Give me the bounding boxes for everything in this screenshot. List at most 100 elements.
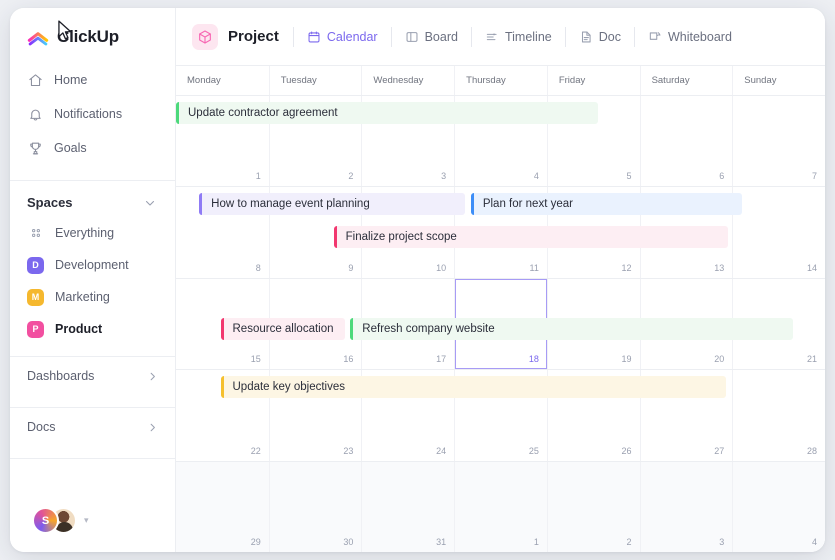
calendar-day-cell[interactable]: 3 — [639, 461, 733, 552]
day-number: 26 — [621, 445, 632, 456]
week-events: Update key objectives — [176, 370, 825, 399]
project-header[interactable]: Project — [192, 23, 293, 50]
day-number: 11 — [529, 262, 539, 273]
calendar-week-row: 29 30 31 1 2 3 4 — [176, 461, 825, 552]
calendar-week-row: 22 23 24 25 26 27 28 Update key objectives — [176, 370, 825, 462]
day-number: 12 — [621, 262, 632, 273]
calendar-day-cell[interactable]: 31 — [361, 461, 454, 552]
calendar-day-cell[interactable]: 7 — [732, 96, 825, 187]
calendar-week-row: 8 9 10 11 12 13 14 How to manage event planning… — [176, 187, 825, 279]
calendar-day-cell[interactable]: 14 — [732, 187, 825, 278]
chevron-down-icon[interactable]: ▾ — [84, 515, 89, 526]
day-number: 19 — [621, 354, 632, 365]
day-number: 4 — [533, 171, 539, 182]
day-number: 10 — [436, 262, 447, 273]
sidebar-divider-4 — [10, 458, 175, 459]
calendar-day-cell[interactable]: 1 — [454, 461, 547, 552]
tab-doc[interactable]: Doc — [566, 24, 634, 50]
day-number: 17 — [436, 354, 447, 365]
chevron-right-icon — [146, 370, 159, 383]
bell-icon — [27, 106, 43, 122]
spaces-section-header[interactable]: Spaces — [10, 181, 175, 220]
week-grid: 29 30 31 1 2 3 4 — [176, 461, 825, 552]
day-of-week-label: Wednesday — [361, 66, 454, 95]
calendar-event[interactable]: Update key objectives — [220, 376, 726, 399]
calendar-day-cell[interactable]: 30 — [268, 461, 362, 552]
user-avatars[interactable]: S ▾ — [10, 507, 175, 552]
day-of-week-label: Sunday — [732, 66, 825, 95]
day-number: 15 — [250, 354, 261, 365]
event-title: Refresh company website — [362, 322, 495, 335]
whiteboard-icon — [648, 30, 662, 44]
brand[interactable]: ClickUp — [10, 8, 175, 64]
calendar-day-cell[interactable]: 2 — [546, 461, 640, 552]
chevron-down-icon[interactable] — [143, 196, 157, 210]
sidebar-item-development[interactable]: D Development — [10, 252, 175, 278]
calendar-event[interactable]: How to manage event planning — [199, 193, 466, 216]
space-badge: M — [27, 288, 44, 306]
day-number: 18 — [528, 354, 539, 365]
day-number: 16 — [343, 354, 354, 365]
calendar-event[interactable]: Finalize project scope — [333, 226, 728, 249]
week-events: How to manage event planning Plan for nex… — [176, 187, 825, 249]
day-number: 30 — [343, 537, 354, 548]
day-number: 21 — [806, 354, 817, 365]
calendar-day-cell[interactable]: 6 — [639, 96, 733, 187]
sidebar-item-notifications[interactable]: Notifications — [10, 100, 175, 128]
day-number: 1 — [255, 171, 261, 182]
calendar-week-row: 15 16 17 18 19 20 21 Resource allocation Refresh… — [176, 278, 825, 371]
calendar-view: Monday Tuesday Wednesday Thursday Friday Satu… — [176, 66, 825, 552]
tab-whiteboard[interactable]: Whiteboard — [635, 24, 745, 50]
calendar-day-cell[interactable]: 4 — [732, 461, 825, 552]
primary-nav: Home Notifications Goals — [10, 64, 175, 168]
tab-calendar[interactable]: Calendar — [294, 24, 391, 50]
day-of-week-label: Thursday — [454, 66, 547, 95]
day-number: 24 — [436, 445, 447, 456]
day-number: 29 — [250, 537, 261, 548]
day-number: 5 — [626, 171, 632, 182]
calendar-event[interactable]: Update contractor agreement — [176, 102, 598, 124]
calendar-event[interactable]: Plan for next year — [470, 193, 742, 216]
calendar-event[interactable]: Refresh company website — [350, 317, 793, 340]
sidebar-item-label: Goals — [54, 141, 87, 155]
day-number: 20 — [714, 354, 725, 365]
chevron-right-icon — [146, 421, 159, 434]
sidebar-item-everything[interactable]: Everything — [10, 220, 175, 246]
day-of-week-label: Friday — [546, 66, 640, 95]
event-title: Finalize project scope — [345, 231, 457, 244]
doc-icon — [579, 30, 593, 44]
day-number: 14 — [806, 262, 817, 273]
tab-timeline[interactable]: Timeline — [472, 24, 565, 50]
sidebar-item-goals[interactable]: Goals — [10, 134, 175, 162]
event-title: Update key objectives — [232, 381, 346, 394]
calendar-event[interactable]: Resource allocation — [220, 317, 345, 340]
view-toolbar: Project Calendar Board Timeline Doc Whit… — [176, 8, 825, 66]
day-number: 3 — [441, 171, 447, 182]
sidebar-item-product[interactable]: P Product — [10, 316, 175, 342]
day-of-week-label: Saturday — [639, 66, 733, 95]
week-events: Resource allocation Refresh company websi… — [176, 279, 825, 340]
sidebar-item-marketing[interactable]: M Marketing — [10, 284, 175, 310]
day-number: 2 — [348, 171, 354, 182]
calendar-day-cell[interactable]: 29 — [176, 462, 269, 552]
main-area: Project Calendar Board Timeline Doc Whit… — [176, 8, 825, 552]
week-events — [176, 462, 825, 466]
day-number: 25 — [528, 445, 539, 456]
space-badge: D — [27, 256, 44, 274]
home-icon — [27, 72, 43, 88]
trophy-icon — [27, 140, 43, 156]
brand-name: ClickUp — [57, 27, 119, 46]
sidebar-item-label: Docs — [27, 420, 56, 434]
calendar-day-cell[interactable]: 28 — [732, 370, 825, 461]
sidebar-item-dashboards[interactable]: Dashboards — [10, 357, 175, 395]
sidebar-item-home[interactable]: Home — [10, 66, 175, 94]
project-name: Project — [228, 28, 279, 45]
app-window: ClickUp Home Notifications Goals Spaces … — [10, 8, 825, 552]
day-of-week-label: Tuesday — [268, 66, 362, 95]
tab-board[interactable]: Board — [392, 24, 471, 50]
sidebar-item-label: Notifications — [54, 107, 123, 121]
day-number: 23 — [343, 445, 354, 456]
avatar[interactable]: S — [32, 507, 59, 534]
sidebar-item-docs[interactable]: Docs — [10, 408, 175, 446]
day-number: 4 — [811, 537, 817, 548]
